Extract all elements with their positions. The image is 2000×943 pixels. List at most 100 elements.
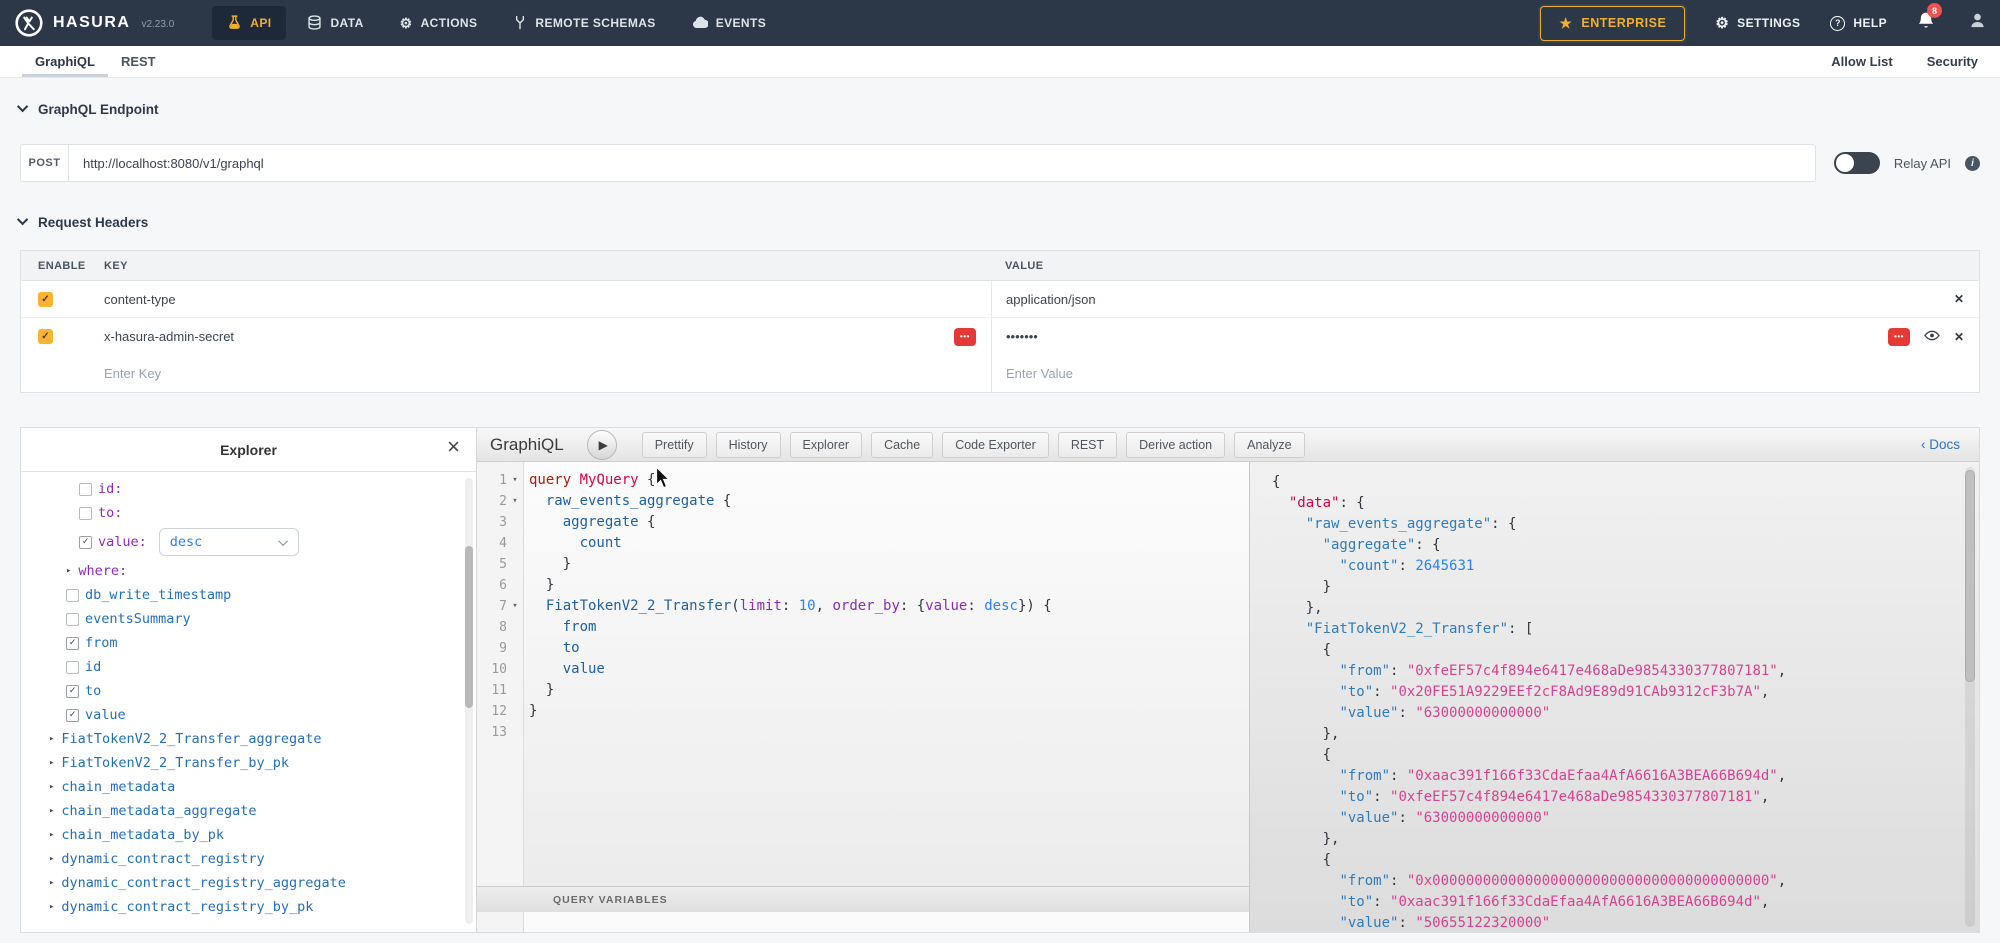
explorer-item-where[interactable]: ▸where: bbox=[21, 559, 466, 583]
order-direction-select[interactable]: desc bbox=[159, 528, 299, 556]
explorer-item-from[interactable]: ✓from bbox=[21, 631, 466, 655]
response-code-line: "to": "0x20FE51A9229EEf2cF8Ad9E89d91CAb9… bbox=[1266, 682, 1979, 703]
response-code-line: "FiatTokenV2_2_Transfer": [ bbox=[1266, 619, 1979, 640]
header-key-cell[interactable]: x-hasura-admin-secret••• bbox=[85, 318, 991, 355]
explorer-item-value[interactable]: ✓value:desc bbox=[21, 525, 466, 559]
explorer-item-FiatTokenV2_2_Transfer_by_pk[interactable]: ▸FiatTokenV2_2_Transfer_by_pk bbox=[21, 751, 466, 775]
explorer-item-value[interactable]: ✓value bbox=[21, 703, 466, 727]
tab-rest[interactable]: REST bbox=[108, 46, 169, 77]
editor-code-line: 8 from bbox=[477, 617, 1249, 638]
execute-query-button[interactable]: ▶ bbox=[587, 430, 617, 460]
explorer-button[interactable]: Explorer bbox=[790, 432, 863, 458]
settings-button[interactable]: ⚙ SETTINGS bbox=[1715, 14, 1800, 32]
explorer-checkbox[interactable] bbox=[79, 483, 92, 496]
main-nav-tabs: APIDATA⚙ACTIONSREMOTE SCHEMASEVENTS bbox=[212, 0, 781, 46]
header-enabled-checkbox[interactable]: ✓ bbox=[38, 329, 53, 344]
response-code-line: "value": "50655122320000" bbox=[1266, 913, 1979, 932]
query-editor[interactable]: 1▾query MyQuery {2▾ raw_events_aggregate… bbox=[477, 462, 1249, 932]
nav-item-label: ACTIONS bbox=[421, 16, 478, 30]
eye-icon[interactable] bbox=[1924, 329, 1940, 344]
close-icon[interactable]: × bbox=[447, 436, 460, 458]
remove-header-icon[interactable]: ✕ bbox=[1954, 330, 1964, 344]
admin-secret-chip-icon[interactable]: ••• bbox=[1888, 328, 1910, 346]
response-scrollbar-thumb[interactable] bbox=[1965, 470, 1975, 682]
explorer-item-id[interactable]: id bbox=[21, 655, 466, 679]
explorer-title: Explorer bbox=[220, 442, 277, 458]
help-button[interactable]: ? HELP bbox=[1830, 16, 1887, 31]
remove-header-icon[interactable]: ✕ bbox=[1954, 292, 1964, 306]
nav-item-api[interactable]: API bbox=[212, 6, 286, 40]
history-button[interactable]: History bbox=[716, 432, 781, 458]
explorer-item-eventsSummary[interactable]: eventsSummary bbox=[21, 607, 466, 631]
header-value-cell[interactable]: ••••••••••✕ bbox=[991, 318, 1979, 355]
explorer-item-label: to: bbox=[98, 505, 122, 521]
nav-item-actions[interactable]: ⚙ACTIONS bbox=[385, 6, 493, 40]
nav-item-remote-schemas[interactable]: REMOTE SCHEMAS bbox=[498, 6, 670, 40]
derive-action-button[interactable]: Derive action bbox=[1126, 432, 1225, 458]
request-headers-section-toggle[interactable]: Request Headers bbox=[20, 215, 1980, 230]
explorer-item-to[interactable]: to: bbox=[21, 501, 466, 525]
line-number: 7 bbox=[477, 596, 507, 617]
new-header-key-input[interactable] bbox=[104, 366, 636, 381]
nav-item-data[interactable]: DATA bbox=[292, 6, 378, 40]
response-code-line: "count": 2645631 bbox=[1266, 556, 1979, 577]
editor-code-line: 4 count bbox=[477, 533, 1249, 554]
explorer-checkbox[interactable]: ✓ bbox=[66, 685, 79, 698]
cloud-icon bbox=[692, 16, 708, 31]
endpoint-url-input[interactable] bbox=[68, 144, 1816, 182]
docs-link[interactable]: ‹ Docs bbox=[1921, 437, 1966, 452]
cache-button[interactable]: Cache bbox=[871, 432, 933, 458]
query-variables-bar[interactable]: QUERY VARIABLES bbox=[477, 886, 1249, 912]
link-allow-list[interactable]: Allow List bbox=[1831, 54, 1892, 69]
line-number: 9 bbox=[477, 638, 507, 659]
editor-code-line: 2▾ raw_events_aggregate { bbox=[477, 491, 1249, 512]
explorer-item-chain_metadata_by_pk[interactable]: ▸chain_metadata_by_pk bbox=[21, 823, 466, 847]
link-security[interactable]: Security bbox=[1927, 54, 1978, 69]
explorer-checkbox[interactable] bbox=[66, 661, 79, 674]
explorer-checkbox[interactable]: ✓ bbox=[66, 709, 79, 722]
gear-icon: ⚙ bbox=[1715, 14, 1729, 32]
query-variables-editor[interactable] bbox=[477, 912, 1249, 932]
collapsed-arrow-icon: ▸ bbox=[49, 902, 54, 912]
explorer-item-db_write_timestamp[interactable]: db_write_timestamp bbox=[21, 583, 466, 607]
relay-api-toggle[interactable] bbox=[1834, 152, 1880, 174]
explorer-item-FiatTokenV2_2_Transfer_aggregate[interactable]: ▸FiatTokenV2_2_Transfer_aggregate bbox=[21, 727, 466, 751]
user-menu-button[interactable] bbox=[1969, 12, 1986, 34]
line-number: 6 bbox=[477, 575, 507, 596]
tab-graphiql[interactable]: GraphiQL bbox=[22, 46, 108, 77]
explorer-item-chain_metadata_aggregate[interactable]: ▸chain_metadata_aggregate bbox=[21, 799, 466, 823]
new-header-value-input[interactable] bbox=[1006, 366, 1590, 381]
explorer-checkbox[interactable]: ✓ bbox=[79, 536, 92, 549]
explorer-checkbox[interactable] bbox=[66, 613, 79, 626]
explorer-checkbox[interactable] bbox=[79, 507, 92, 520]
play-icon: ▶ bbox=[599, 438, 608, 452]
rest-button[interactable]: REST bbox=[1058, 432, 1117, 458]
info-icon[interactable]: i bbox=[1965, 156, 1980, 171]
explorer-item-chain_metadata[interactable]: ▸chain_metadata bbox=[21, 775, 466, 799]
admin-secret-chip-icon[interactable]: ••• bbox=[954, 328, 976, 346]
nav-item-events[interactable]: EVENTS bbox=[677, 6, 781, 40]
api-subtabs: GraphiQLREST Allow List Security bbox=[0, 46, 2000, 78]
collapsed-arrow-icon: ▸ bbox=[49, 782, 54, 792]
prettify-button[interactable]: Prettify bbox=[642, 432, 707, 458]
graphql-endpoint-section-toggle[interactable]: GraphQL Endpoint bbox=[20, 102, 1980, 117]
explorer-checkbox[interactable] bbox=[66, 589, 79, 602]
notifications-button[interactable]: 8 bbox=[1917, 11, 1935, 35]
explorer-item-to[interactable]: ✓to bbox=[21, 679, 466, 703]
editor-code-line: 11 } bbox=[477, 680, 1249, 701]
header-key-cell[interactable]: content-type bbox=[85, 281, 991, 317]
hasura-logo-icon bbox=[14, 8, 44, 38]
analyze-button[interactable]: Analyze bbox=[1234, 432, 1304, 458]
header-value-cell[interactable]: application/json✕ bbox=[991, 281, 1979, 317]
hasura-brand[interactable]: HASURA v2.23.0 bbox=[14, 8, 174, 38]
explorer-item-dynamic_contract_registry_by_pk[interactable]: ▸dynamic_contract_registry_by_pk bbox=[21, 895, 466, 919]
explorer-checkbox[interactable]: ✓ bbox=[66, 637, 79, 650]
explorer-item-id[interactable]: id: bbox=[21, 477, 466, 501]
header-enabled-checkbox[interactable]: ✓ bbox=[38, 292, 53, 307]
explorer-item-dynamic_contract_registry[interactable]: ▸dynamic_contract_registry bbox=[21, 847, 466, 871]
explorer-item-dynamic_contract_registry_aggregate[interactable]: ▸dynamic_contract_registry_aggregate bbox=[21, 871, 466, 895]
explorer-scrollbar-thumb[interactable] bbox=[465, 546, 473, 708]
code-exporter-button[interactable]: Code Exporter bbox=[942, 432, 1049, 458]
settings-label: SETTINGS bbox=[1737, 16, 1800, 30]
enterprise-button[interactable]: ★ ENTERPRISE bbox=[1540, 6, 1685, 41]
